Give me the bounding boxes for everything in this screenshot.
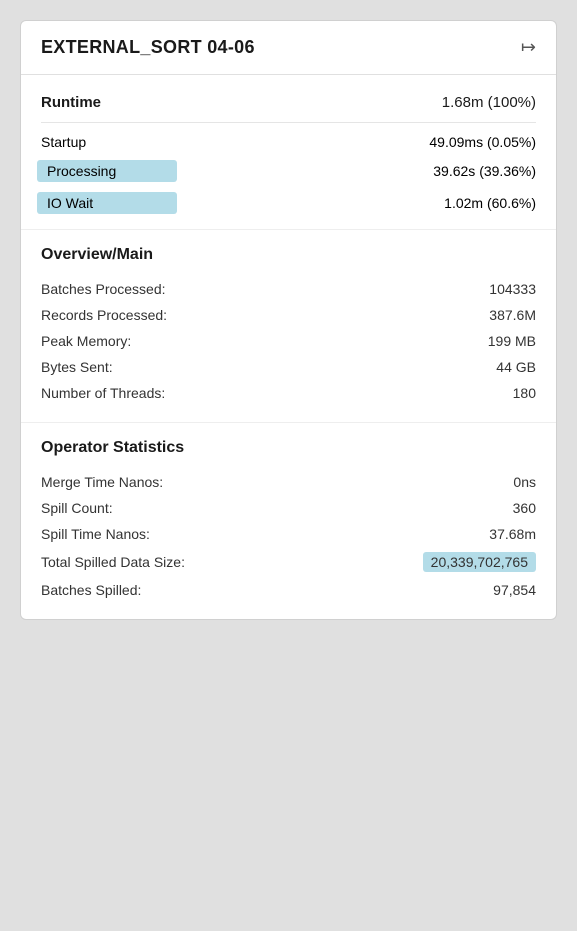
card-title: EXTERNAL_SORT 04-06: [41, 37, 255, 58]
card-header: EXTERNAL_SORT 04-06 ↦: [21, 21, 556, 75]
runtime-value: 49.09ms (0.05%): [429, 134, 536, 150]
runtime-section: Runtime 1.68m (100%) Startup 49.09ms (0.05%…: [21, 75, 556, 230]
runtime-label: IO Wait: [37, 192, 177, 214]
overview-stat-row: Batches Processed: 104333: [41, 276, 536, 302]
overview-stat-value: 199 MB: [488, 333, 536, 349]
operator-stat-label: Merge Time Nanos:: [41, 474, 163, 490]
operator-stat-row: Spill Count: 360: [41, 495, 536, 521]
overview-stat-label: Bytes Sent:: [41, 359, 113, 375]
overview-stat-value: 104333: [489, 281, 536, 297]
overview-rows: Batches Processed: 104333 Records Processe…: [41, 276, 536, 406]
overview-stat-value: 180: [513, 385, 536, 401]
operator-stat-label: Total Spilled Data Size:: [41, 554, 185, 570]
overview-stat-label: Number of Threads:: [41, 385, 165, 401]
runtime-value: 1.02m (60.6%): [444, 195, 536, 211]
operator-stats-title: Operator Statistics: [41, 439, 536, 457]
operator-stats-section: Operator Statistics Merge Time Nanos: 0ns…: [21, 423, 556, 619]
operator-stat-row: Merge Time Nanos: 0ns: [41, 469, 536, 495]
operator-stat-value: 360: [513, 500, 536, 516]
runtime-label: Startup: [41, 134, 86, 150]
overview-section: Overview/Main Batches Processed: 104333 Re…: [21, 230, 556, 423]
operator-stat-label: Spill Time Nanos:: [41, 526, 150, 542]
operator-stat-row: Total Spilled Data Size: 20,339,702,765: [41, 547, 536, 577]
runtime-row: Runtime 1.68m (100%): [41, 89, 536, 116]
overview-stat-value: 387.6M: [489, 307, 536, 323]
runtime-row: IO Wait1.02m (60.6%): [41, 187, 536, 219]
runtime-row: Processing39.62s (39.36%): [41, 155, 536, 187]
operator-stat-value: 0ns: [513, 474, 536, 490]
overview-stat-label: Records Processed:: [41, 307, 167, 323]
operator-stat-row: Spill Time Nanos: 37.68m: [41, 521, 536, 547]
overview-stat-row: Peak Memory: 199 MB: [41, 328, 536, 354]
runtime-rows: Runtime 1.68m (100%) Startup 49.09ms (0.05%…: [41, 89, 536, 219]
operator-stat-row: Batches Spilled: 97,854: [41, 577, 536, 603]
operator-rows: Merge Time Nanos:0nsSpill Count:360Spill…: [41, 469, 536, 603]
export-icon[interactable]: ↦: [521, 37, 536, 58]
overview-stat-row: Number of Threads: 180: [41, 380, 536, 406]
main-card: EXTERNAL_SORT 04-06 ↦ Runtime 1.68m (100%…: [20, 20, 557, 620]
overview-stat-value: 44 GB: [496, 359, 536, 375]
operator-stat-value: 97,854: [493, 582, 536, 598]
operator-stat-value: 37.68m: [489, 526, 536, 542]
runtime-row: Startup 49.09ms (0.05%): [41, 129, 536, 155]
runtime-value: 39.62s (39.36%): [433, 163, 536, 179]
overview-stat-row: Bytes Sent: 44 GB: [41, 354, 536, 380]
operator-stat-label: Batches Spilled:: [41, 582, 141, 598]
runtime-label: Runtime: [41, 94, 101, 111]
operator-stat-label: Spill Count:: [41, 500, 113, 516]
operator-stat-value: 20,339,702,765: [423, 552, 536, 572]
overview-stat-label: Peak Memory:: [41, 333, 131, 349]
runtime-label: Processing: [37, 160, 177, 182]
overview-title: Overview/Main: [41, 246, 536, 264]
overview-stat-label: Batches Processed:: [41, 281, 166, 297]
overview-stat-row: Records Processed: 387.6M: [41, 302, 536, 328]
runtime-value: 1.68m (100%): [442, 94, 536, 111]
